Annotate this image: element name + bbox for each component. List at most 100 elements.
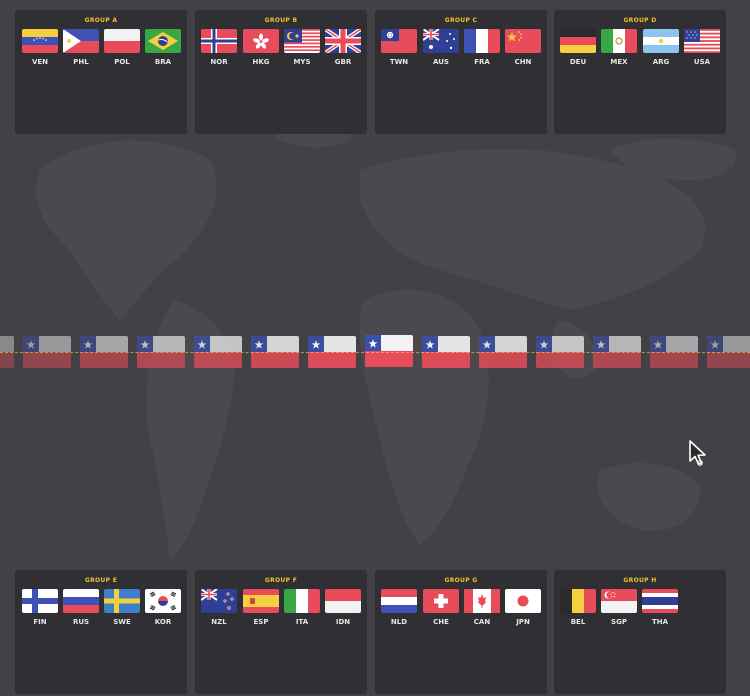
group-card-a: GROUP A VEN PHL POL BRA: [15, 10, 187, 134]
indonesia-flag: [325, 589, 361, 613]
new-zealand-flag: [201, 589, 237, 613]
team-code: CAN: [473, 618, 491, 626]
team-code: VEN: [31, 58, 49, 66]
team-slot[interactable]: POL: [104, 29, 140, 66]
netherlands-flag: [381, 589, 417, 613]
united-kingdom-flag: [325, 29, 361, 53]
team-slot[interactable]: KOR: [145, 589, 181, 626]
team-slot[interactable]: FIN: [22, 589, 58, 626]
team-slot[interactable]: CAN: [464, 589, 500, 626]
team-slot[interactable]: PHL: [63, 29, 99, 66]
team-slot[interactable]: MEX: [601, 29, 637, 66]
team-code: CHN: [514, 58, 532, 66]
team-slot[interactable]: VEN: [22, 29, 58, 66]
team-slot[interactable]: FRA: [464, 29, 500, 66]
team-code: HKG: [252, 58, 270, 66]
team-slot[interactable]: IDN: [325, 589, 361, 626]
group-title: GROUP H: [623, 577, 657, 584]
team-code: NLD: [390, 618, 408, 626]
china-flag: [505, 29, 541, 53]
team-code: TWN: [389, 58, 409, 66]
team-slot[interactable]: SGP: [601, 589, 637, 626]
team-slot[interactable]: CHN: [505, 29, 541, 66]
team-slot[interactable]: MYS: [284, 29, 320, 66]
team-slot[interactable]: NZL: [201, 589, 237, 626]
team-slot[interactable]: DEU: [560, 29, 596, 66]
team-code: ESP: [253, 618, 269, 626]
team-slot[interactable]: JPN: [505, 589, 541, 626]
group-title: GROUP C: [444, 17, 478, 24]
south-korea-flag: [145, 589, 181, 613]
switzerland-flag: [423, 589, 459, 613]
russia-flag: [63, 589, 99, 613]
team-code: PHL: [73, 58, 89, 66]
team-code: ARG: [652, 58, 670, 66]
group-card-d: GROUP D DEU MEX ARG USA: [554, 10, 726, 134]
norway-flag: [201, 29, 237, 53]
team-code: SWE: [113, 618, 131, 626]
team-slot[interactable]: HKG: [243, 29, 279, 66]
group-title: GROUP A: [84, 17, 118, 24]
venezuela-flag: [22, 29, 58, 53]
singapore-flag: [601, 589, 637, 613]
poland-flag: [104, 29, 140, 53]
team-code: ITA: [295, 618, 309, 626]
argentina-flag: [643, 29, 679, 53]
team-slot[interactable]: ITA: [284, 589, 320, 626]
team-code: MYS: [293, 58, 311, 66]
team-slot[interactable]: ARG: [643, 29, 679, 66]
team-code: NOR: [210, 58, 228, 66]
group-card-b: GROUP B NOR HKG MYS GBR: [195, 10, 367, 134]
team-slot[interactable]: RUS: [63, 589, 99, 626]
finland-flag: [22, 589, 58, 613]
group-title: GROUP D: [623, 17, 657, 24]
australia-flag: [423, 29, 459, 53]
group-card-g: GROUP G NLD CHE CAN JPN: [375, 570, 547, 694]
hong-kong-flag: [243, 29, 279, 53]
team-slot[interactable]: ESP: [243, 589, 279, 626]
team-code: BEL: [570, 618, 586, 626]
team-slot[interactable]: SWE: [104, 589, 140, 626]
group-card-h: GROUP H BEL SGP THA: [554, 570, 726, 694]
japan-flag: [505, 589, 541, 613]
team-slot[interactable]: NLD: [381, 589, 417, 626]
team-code: CHE: [433, 618, 449, 626]
team-code: NZL: [211, 618, 227, 626]
team-slot[interactable]: CHE: [423, 589, 459, 626]
united-states-flag: [684, 29, 720, 53]
team-slot[interactable]: USA: [684, 29, 720, 66]
team-code: THA: [651, 618, 669, 626]
team-code: MEX: [610, 58, 628, 66]
team-code: FIN: [33, 618, 47, 626]
france-flag: [464, 29, 500, 53]
team-code: BRA: [154, 58, 172, 66]
germany-flag: [560, 29, 596, 53]
group-title: GROUP F: [264, 577, 298, 584]
team-slot[interactable]: AUS: [423, 29, 459, 66]
belgium-flag: [560, 589, 596, 613]
team-code: USA: [693, 58, 711, 66]
team-code: IDN: [335, 618, 351, 626]
reel-guide-line: [0, 352, 750, 355]
mexico-flag: [601, 29, 637, 53]
team-slot[interactable]: THA: [642, 589, 678, 626]
team-code: JPN: [516, 618, 530, 626]
team-slot[interactable]: TWN: [381, 29, 417, 66]
canada-flag: [464, 589, 500, 613]
team-code: SGP: [611, 618, 627, 626]
group-card-c: GROUP C TWN AUS FRA CHN: [375, 10, 547, 134]
group-card-e: GROUP E FIN RUS SWE KOR: [15, 570, 187, 694]
spain-flag: [243, 589, 279, 613]
team-code: GBR: [334, 58, 352, 66]
team-code: DEU: [569, 58, 587, 66]
team-code: POL: [114, 58, 130, 66]
group-title: GROUP G: [444, 577, 478, 584]
italy-flag: [284, 589, 320, 613]
team-slot[interactable]: BEL: [560, 589, 596, 626]
team-slot[interactable]: BRA: [145, 29, 181, 66]
team-slot[interactable]: GBR: [325, 29, 361, 66]
team-slot[interactable]: NOR: [201, 29, 237, 66]
arrow-pointer-icon: [689, 440, 706, 466]
group-title: GROUP E: [84, 577, 118, 584]
malaysia-flag: [284, 29, 320, 53]
